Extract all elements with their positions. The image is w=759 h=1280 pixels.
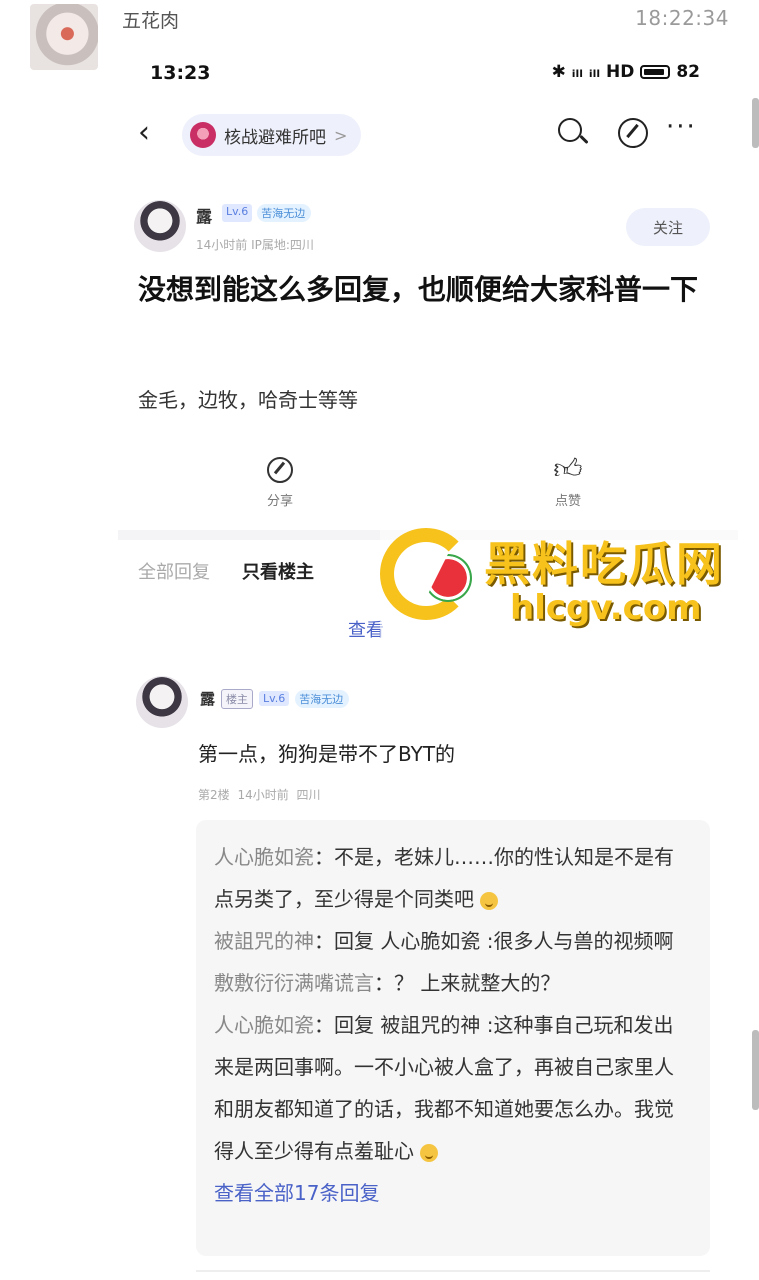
reply-honor-badge: 苦海无边 (295, 689, 350, 708)
sub-reply-user[interactable]: 人心脆如瓷 (214, 845, 314, 869)
reply-meta: 第2楼 14小时前 四川 (198, 788, 321, 802)
sub-reply[interactable]: 被詛咒的神：回复 人心脆如瓷 :很多人与兽的视频啊 (214, 920, 692, 962)
follow-button[interactable]: 关注 (626, 208, 710, 246)
author-badges: Lv.6 苦海无边 (222, 204, 312, 222)
view-previous-link[interactable]: 查看 (348, 616, 384, 642)
sender-name: 五花肉 (122, 10, 180, 32)
post-title: 没想到能这么多回复，也顺便给大家科普一下 (138, 273, 699, 306)
sub-reply-text: ：？ 上来就整大的？ (374, 971, 561, 995)
share-icon (267, 457, 293, 483)
reply-header: 露 楼主 Lv.6 苦海无边 (200, 688, 350, 709)
sender-avatar[interactable] (30, 4, 98, 70)
message-time: 18:22:34 (635, 6, 729, 30)
watermark-title: 黑料吃瓜网 (484, 537, 724, 591)
reply-author-name[interactable]: 露 (200, 688, 215, 709)
reply-author-avatar[interactable] (136, 676, 188, 728)
more-icon[interactable]: ··· (666, 112, 697, 142)
battery-icon (640, 65, 671, 79)
chevron-right-icon: > (334, 125, 348, 145)
filter-op-only[interactable]: 只看楼主 (242, 558, 314, 584)
forum-link[interactable]: 核战避难所吧 > (182, 114, 362, 156)
author-avatar[interactable] (134, 200, 186, 252)
sub-reply-box: 人心脆如瓷：不是，老妹儿……你的性认知是不是有点另类了，至少得是个同类吧 被詛咒… (196, 820, 710, 1256)
sub-reply-text: ：回复 人心脆如瓷 :很多人与兽的视频啊 (314, 929, 674, 953)
back-button[interactable]: ‹ (138, 118, 150, 148)
author-name[interactable]: 露 (196, 203, 212, 227)
signal-icons: ✱ ᵢₗₗ ᵢₗₗ HD (551, 62, 635, 82)
filter-all-replies[interactable]: 全部回复 (138, 558, 210, 584)
thumbs-up-icon: 👍︎ (553, 452, 583, 485)
reply-filter: 全部回复 只看楼主 (138, 558, 314, 584)
post-body: 金毛，边牧，哈奇士等等 (138, 388, 358, 412)
level-badge: Lv.6 (222, 204, 253, 222)
host-badge: 楼主 (221, 688, 254, 709)
smile-emoji-icon (420, 1143, 439, 1162)
share-button[interactable]: 分享 (240, 452, 320, 509)
forum-icon (190, 122, 216, 148)
sub-reply[interactable]: 人心脆如瓷：回复 被詛咒的神 :这种事自己玩和发出来是两回事啊。一不小心被人盒了… (214, 1004, 692, 1172)
like-button[interactable]: 👍︎ 点赞 (528, 452, 608, 509)
sub-reply-user[interactable]: 敷敷衍衍满嘴谎言 (214, 971, 374, 995)
edit-icon[interactable] (618, 118, 648, 148)
reply-level-badge: Lv.6 (259, 691, 290, 706)
smile-emoji-icon (480, 891, 499, 910)
bottom-divider (196, 1270, 710, 1272)
status-icons: ✱ ᵢₗₗ ᵢₗₗ HD 82 (552, 62, 700, 82)
like-label: 点赞 (554, 494, 581, 509)
honor-badge: 苦海无边 (257, 204, 312, 222)
scrollbar-bottom[interactable] (752, 1030, 759, 1110)
sub-reply[interactable]: 敷敷衍衍满嘴谎言：？ 上来就整大的？ (214, 962, 692, 1004)
watermark-url: hlcgv.com (510, 588, 702, 628)
top-nav: ‹ 核战避难所吧 > ··· (130, 108, 720, 164)
share-label: 分享 (266, 494, 293, 509)
sub-reply-user[interactable]: 被詛咒的神 (214, 929, 314, 953)
forum-name: 核战避难所吧 (224, 127, 326, 148)
battery-level: 82 (676, 62, 700, 82)
sub-reply-user[interactable]: 人心脆如瓷 (214, 1013, 314, 1037)
status-time: 13:23 (150, 62, 211, 84)
post-meta: 14小时前 IP属地:四川 (196, 238, 314, 252)
search-icon[interactable] (556, 116, 590, 150)
status-bar: 13:23 ✱ ᵢₗₗ ᵢₗₗ HD 82 (150, 60, 700, 90)
see-all-replies-link[interactable]: 查看全部17条回复 (214, 1172, 692, 1214)
sub-reply[interactable]: 人心脆如瓷：不是，老妹儿……你的性认知是不是有点另类了，至少得是个同类吧 (214, 836, 692, 920)
scrollbar-top[interactable] (752, 98, 759, 148)
post-actions: 分享 👍︎ 点赞 (240, 452, 640, 522)
reply-text: 第一点，狗狗是带不了BYT的 (198, 742, 456, 766)
